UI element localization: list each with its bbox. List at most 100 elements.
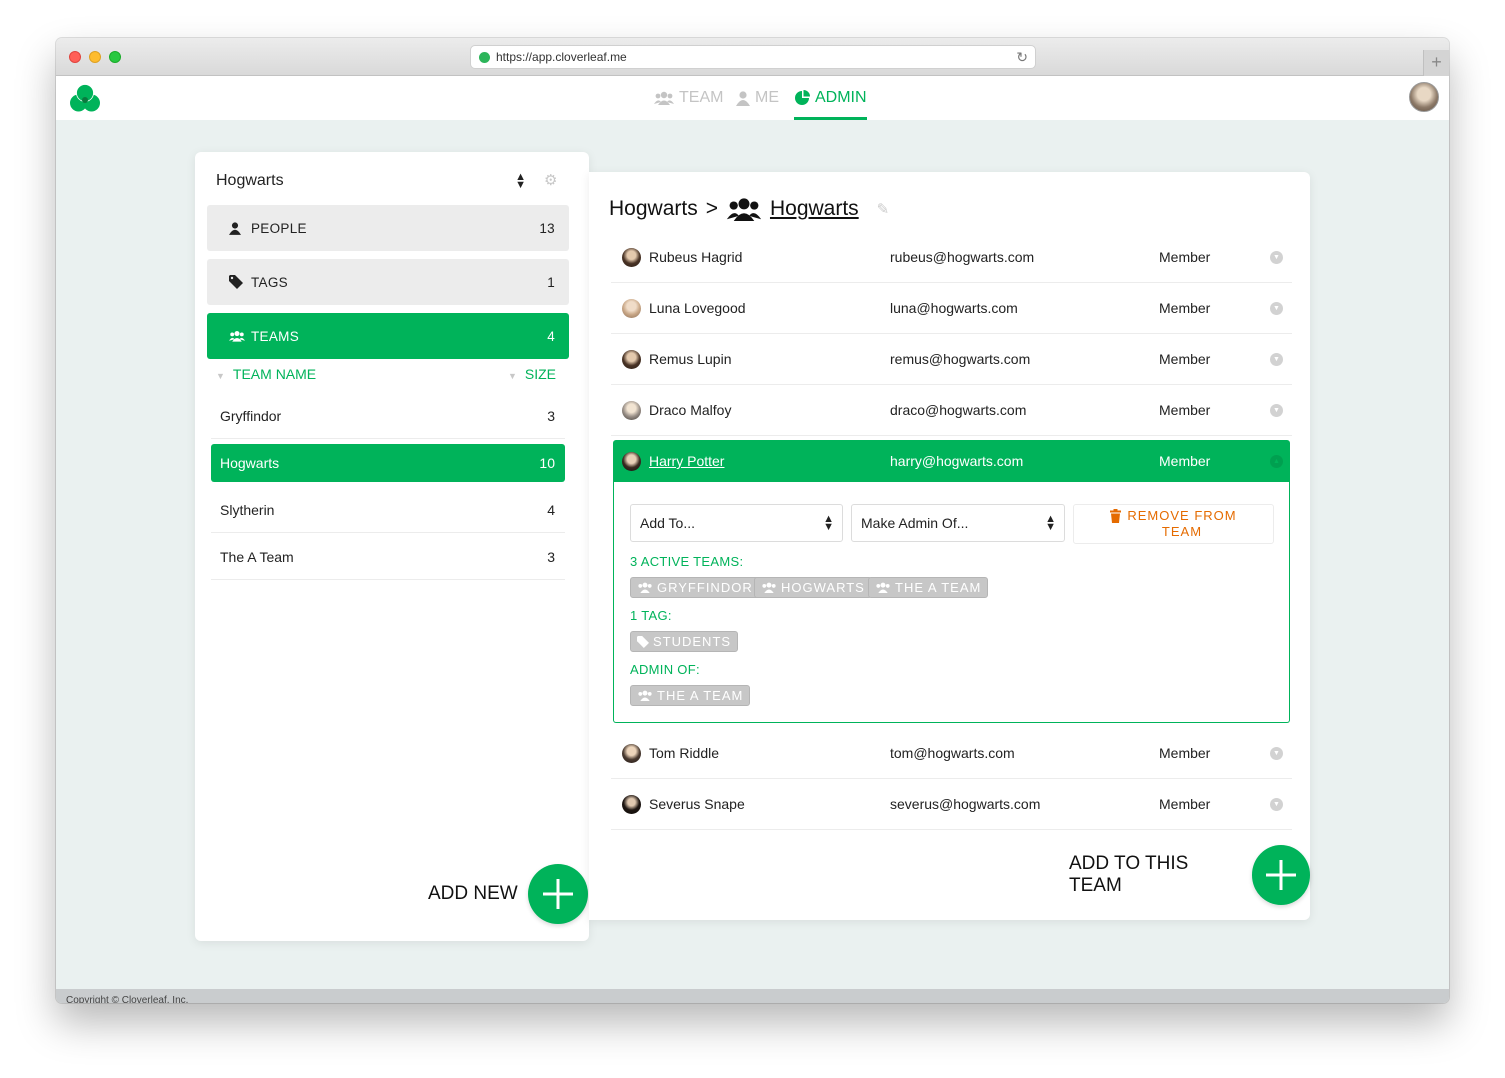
add-new-team[interactable]: ADD NEW [428, 864, 588, 924]
breadcrumb: Hogwarts > Hogwarts ✎ [609, 194, 889, 224]
minimize-window-button[interactable] [89, 51, 101, 63]
member-row[interactable]: Severus Snape severus@hogwarts.com Membe… [611, 779, 1292, 830]
member-name: Draco Malfoy [649, 402, 732, 418]
member-row[interactable]: Luna Lovegood luna@hogwarts.com Member ▼ [611, 283, 1292, 334]
avatar [622, 400, 641, 420]
menu-people-label: PEOPLE [251, 220, 307, 236]
member-role: Member [1159, 402, 1211, 418]
avatar [622, 451, 641, 471]
team-chip[interactable]: GRYFFINDOR [630, 577, 760, 598]
tag-chip[interactable]: STUDENTS [630, 631, 739, 652]
users-icon [726, 198, 762, 221]
menu-teams-label: TEAMS [251, 328, 300, 344]
member-role: Member [1159, 249, 1211, 265]
team-chip[interactable]: THE A TEAM [868, 577, 989, 598]
reload-icon[interactable]: ↻ [1016, 49, 1028, 66]
team-row[interactable]: Slytherin 4 [211, 487, 565, 533]
menu-teams[interactable]: TEAMS 4 [207, 313, 569, 359]
member-email: draco@hogwarts.com [890, 402, 1027, 418]
member-role: Member [1159, 351, 1211, 367]
member-role: Member [1159, 300, 1211, 316]
gear-icon[interactable]: ⚙ [544, 171, 557, 189]
tab-me[interactable]: ME [736, 76, 779, 120]
chevron-down-icon[interactable]: ▼ [1270, 403, 1283, 417]
team-row-size: 10 [539, 455, 555, 471]
sort-size[interactable]: ▼ SIZE [508, 366, 556, 386]
chevron-up-icon[interactable]: ▲ [1270, 454, 1283, 468]
sort-team-name[interactable]: ▼ TEAM NAME [216, 366, 316, 386]
menu-tags-label: TAGS [251, 274, 288, 290]
tab-admin[interactable]: ADMIN [794, 76, 867, 120]
add-to-team-button[interactable] [1251, 845, 1310, 905]
zoom-window-button[interactable] [109, 51, 121, 63]
team-chip[interactable]: HOGWARTS [754, 577, 872, 598]
chevron-down-icon[interactable]: ▼ [1270, 352, 1283, 366]
team-row-selected[interactable]: Hogwarts 10 [211, 444, 565, 482]
avatar [622, 743, 641, 763]
member-name: Remus Lupin [649, 351, 732, 367]
close-window-button[interactable] [69, 51, 81, 63]
org-select-value: Hogwarts [216, 172, 284, 189]
site-icon [479, 51, 490, 63]
avatar [622, 794, 641, 814]
browser-titlebar: https://app.cloverleaf.me ↻ + [56, 38, 1449, 76]
team-row-name: Hogwarts [220, 455, 280, 471]
member-row[interactable]: Draco Malfoy draco@hogwarts.com Member ▼ [611, 385, 1292, 436]
plus-icon [1265, 860, 1296, 890]
breadcrumb-org[interactable]: Hogwarts [609, 197, 698, 221]
org-sidebar-card: Hogwarts ▲ ▼ ⚙ PEOPLE 13 TAGS 1 TEAMS 4 ▼… [195, 152, 589, 941]
trash-icon [1110, 509, 1122, 523]
tab-team[interactable]: TEAM [654, 76, 723, 120]
user-avatar[interactable] [1409, 82, 1439, 112]
new-tab-button[interactable]: + [1423, 50, 1449, 76]
make-admin-select[interactable]: Make Admin Of... ▲ ▼ [851, 504, 1065, 542]
chevron-down-icon[interactable]: ▼ [1270, 250, 1283, 264]
remove-label: REMOVE FROM TEAM [1127, 508, 1237, 539]
member-name[interactable]: Harry Potter [649, 453, 890, 469]
menu-people-count: 13 [539, 220, 555, 236]
member-row-expanded[interactable]: Harry Potter harry@hogwarts.com Member ▲ [613, 440, 1290, 482]
team-row[interactable]: The A Team 3 [211, 534, 565, 580]
team-detail-card: Hogwarts > Hogwarts ✎ Rubeus Hagrid rube… [589, 172, 1310, 920]
member-row[interactable]: Tom Riddle tom@hogwarts.com Member ▼ [611, 728, 1292, 779]
breadcrumb-team[interactable]: Hogwarts [770, 197, 859, 221]
chevron-down-icon[interactable]: ▼ [1270, 746, 1283, 760]
sort-caret-icon: ▲ ▼ [515, 171, 526, 191]
chevron-down-icon[interactable]: ▼ [1270, 797, 1283, 811]
member-role: Member [1159, 745, 1211, 761]
users-icon [876, 582, 890, 593]
tab-me-label: ME [755, 89, 779, 106]
team-row[interactable]: Gryffindor 3 [211, 393, 565, 439]
menu-tags[interactable]: TAGS 1 [207, 259, 569, 305]
member-row[interactable]: Rubeus Hagrid rubeus@hogwarts.com Member… [611, 232, 1292, 283]
chevron-down-icon[interactable]: ▼ [1270, 301, 1283, 315]
users-icon [638, 690, 652, 701]
member-row[interactable]: Remus Lupin remus@hogwarts.com Member ▼ [611, 334, 1292, 385]
team-row-size: 3 [547, 407, 555, 424]
add-new-label: ADD NEW [428, 883, 518, 904]
team-row-size: 3 [547, 548, 555, 565]
edit-icon[interactable]: ✎ [877, 200, 890, 218]
address-bar[interactable]: https://app.cloverleaf.me ↻ [470, 45, 1036, 69]
menu-people[interactable]: PEOPLE 13 [207, 205, 569, 251]
admin-of-label: ADMIN OF: [630, 662, 700, 677]
org-select[interactable]: Hogwarts ▲ ▼ [216, 166, 526, 196]
make-admin-value: Make Admin Of... [861, 515, 969, 531]
add-to-select[interactable]: Add To... ▲ ▼ [630, 504, 843, 542]
footer: Copyright © Cloverleaf, Inc. [56, 989, 1449, 1003]
team-row-size: 4 [547, 501, 555, 518]
add-new-button[interactable] [527, 864, 588, 924]
member-name: Luna Lovegood [649, 300, 746, 316]
cloverleaf-logo-icon[interactable] [69, 83, 101, 113]
users-icon [762, 582, 776, 593]
add-to-team[interactable]: ADD TO THIS TEAM [1069, 845, 1310, 905]
remove-from-team-button[interactable]: REMOVE FROM TEAM [1073, 504, 1274, 544]
copyright-text: Copyright © Cloverleaf, Inc. [66, 995, 189, 1003]
member-email: severus@hogwarts.com [890, 796, 1041, 812]
member-name: Rubeus Hagrid [649, 249, 743, 265]
users-icon [229, 330, 245, 342]
admin-team-chip[interactable]: THE A TEAM [630, 685, 751, 706]
users-icon [654, 91, 674, 105]
menu-teams-count: 4 [547, 328, 555, 344]
pie-chart-icon [795, 90, 810, 105]
